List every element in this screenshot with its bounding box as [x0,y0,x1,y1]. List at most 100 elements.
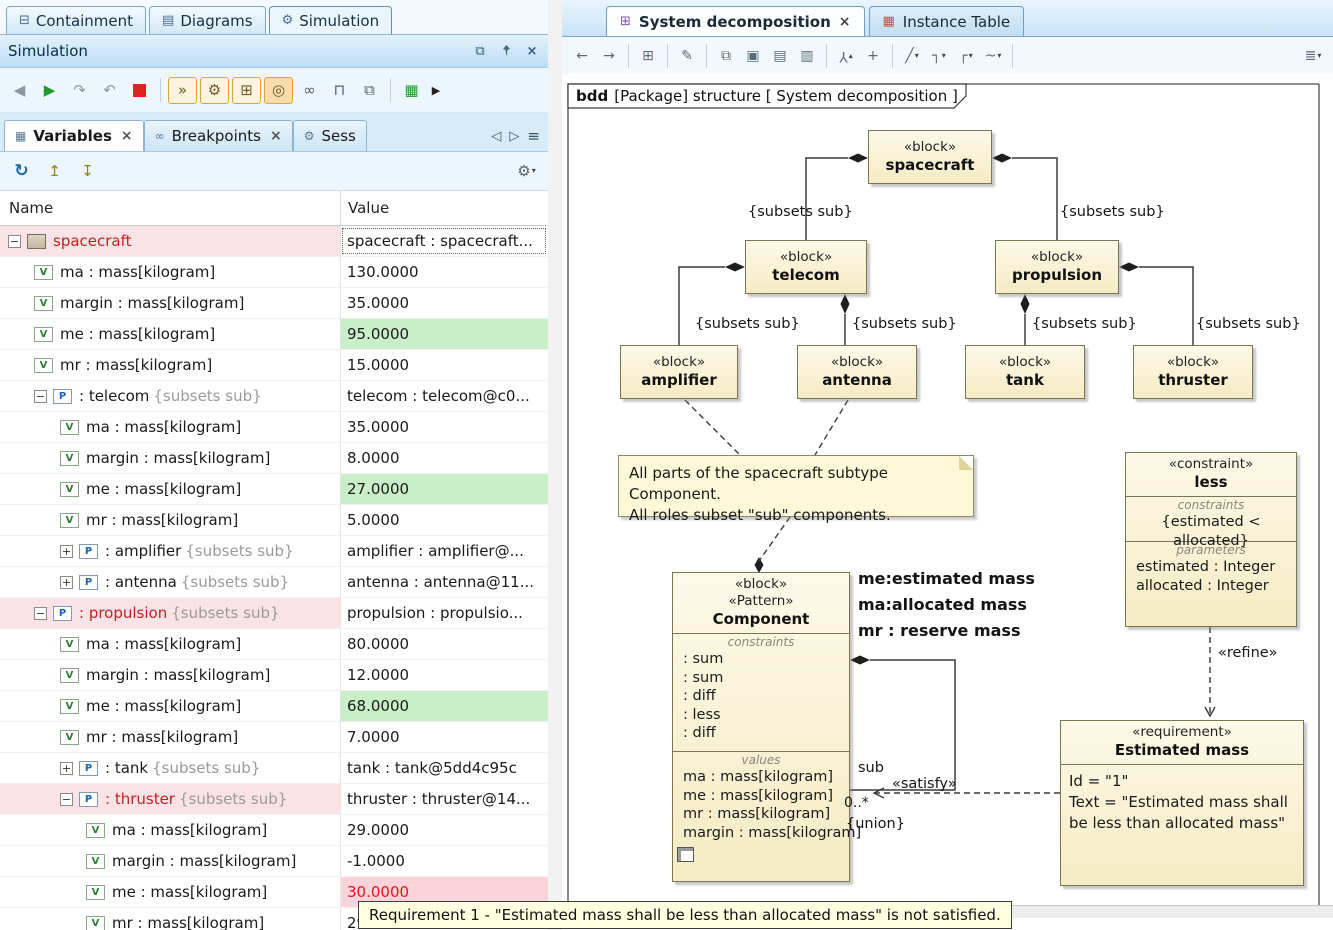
row-value-cell[interactable]: spacecraft : spacecraft... [340,226,548,256]
block-thruster[interactable]: «block» thruster [1133,345,1253,399]
collapse-icon[interactable]: − [60,793,73,806]
close-icon[interactable]: × [839,14,851,30]
row-name-cell[interactable]: Vmr : mass[kilogram] [0,908,340,930]
layers-icon[interactable]: ≣▾ [1301,44,1325,69]
block-telecom[interactable]: «block» telecom [745,240,867,294]
row-name-cell[interactable]: Vma : mass[kilogram] [0,815,340,845]
close-icon[interactable]: × [121,128,133,144]
open-diagram-icon[interactable]: ⧉ [356,78,383,103]
copy-icon[interactable]: ⧉ [714,44,738,69]
collapse-icon[interactable]: − [34,607,47,620]
tab-list-icon[interactable]: ≡ [527,127,540,145]
row-value-cell[interactable]: 35.0000 [340,288,548,318]
row-name-cell[interactable]: Vma : mass[kilogram] [0,257,340,287]
close-icon[interactable]: × [270,128,282,144]
row-name-cell[interactable]: Vme : mass[kilogram] [0,474,340,504]
lock-icon[interactable]: ⊓ [326,78,353,103]
row-name-cell[interactable]: Vmr : mass[kilogram] [0,505,340,535]
nav-forward-icon[interactable]: → [597,44,621,69]
row-name-cell[interactable]: −P: thruster{subsets sub} [0,784,340,814]
tab-variables[interactable]: ▦ Variables × [4,120,144,151]
row-value-cell[interactable]: -1.0000 [340,846,548,876]
expand-icon[interactable]: + [60,576,73,589]
export-results-icon[interactable]: ▦ [398,78,425,103]
row-name-cell[interactable]: Vmargin : mass[kilogram] [0,288,340,318]
paste-icon[interactable]: ▣ [741,44,765,69]
nav-back-icon[interactable]: ← [570,44,594,69]
row-value-cell[interactable]: antenna : antenna@11... [340,567,548,597]
row-value-cell[interactable]: 130.0000 [340,257,548,287]
tab-containment[interactable]: ⊟ Containment [6,6,146,34]
row-value-cell[interactable]: propulsion : propulsio... [340,598,548,628]
row-value-cell[interactable]: 95.0000 [340,319,548,349]
more-actions-icon[interactable]: ▶ [428,78,444,103]
row-value-cell[interactable]: 5.0000 [340,505,548,535]
line-style-oblique-icon[interactable]: ╱▾ [900,44,924,69]
row-value-cell[interactable]: tank : tank@5dd4c95c [340,753,548,783]
close-icon[interactable]: × [524,43,540,59]
constraint-block-less[interactable]: «constraint» less constraints {estimated… [1125,452,1297,627]
export-variables-icon[interactable]: ↥ [41,159,68,184]
row-value-cell[interactable]: 35.0000 [340,412,548,442]
containment-sync-icon[interactable]: ⊞ [232,77,261,104]
nav-left-icon[interactable]: ◀ [6,78,33,103]
line-style-rectilinear-icon[interactable]: ┐▾ [927,44,951,69]
row-name-cell[interactable]: Vmargin : mass[kilogram] [0,846,340,876]
row-value-cell[interactable]: 68.0000 [340,691,548,721]
restore-window-icon[interactable]: ⧉ [472,43,488,59]
simulation-config-icon[interactable]: ⚙ [200,77,229,104]
tab-system-decomposition[interactable]: ⊞ System decomposition × [606,6,865,36]
requirement-estimated-mass[interactable]: «requirement» Estimated mass Id = "1" Te… [1060,720,1304,886]
add-shape-icon[interactable]: + [861,44,885,69]
row-name-cell[interactable]: +P: tank{subsets sub} [0,753,340,783]
step-over-icon[interactable]: ↷ [66,78,93,103]
row-name-cell[interactable]: Vmargin : mass[kilogram] [0,660,340,690]
step-into-icon[interactable]: ↶ [96,78,123,103]
row-name-cell[interactable]: Vme : mass[kilogram] [0,691,340,721]
row-name-cell[interactable]: +P: amplifier{subsets sub} [0,536,340,566]
diagram-properties-icon[interactable]: ✎ [675,44,699,69]
tab-instance-table[interactable]: ▦ Instance Table [869,6,1025,36]
panel-splitter[interactable] [548,0,563,930]
row-value-cell[interactable]: telecom : telecom@c0... [340,381,548,411]
tab-simulation[interactable]: ⚙ Simulation [269,6,393,34]
row-name-cell[interactable]: Vmargin : mass[kilogram] [0,443,340,473]
delete-icon[interactable]: ▥ [795,44,819,69]
scroll-tabs-right-icon[interactable]: ▷ [509,129,519,144]
console-expand-button[interactable]: » [168,77,197,104]
options-gear-icon[interactable]: ⚙▾ [513,159,540,184]
expand-icon[interactable]: + [60,545,73,558]
terminate-icon[interactable]: ■ [126,78,153,103]
block-antenna[interactable]: «block» antenna [797,345,917,399]
expand-icon[interactable]: + [60,762,73,775]
row-name-cell[interactable]: Vme : mass[kilogram] [0,877,340,907]
row-name-cell[interactable]: −spacecraft [0,226,340,256]
row-value-cell[interactable]: 12.0000 [340,660,548,690]
tab-session[interactable]: ⚙ Sess [293,120,367,151]
pin-icon[interactable] [498,43,514,59]
row-value-cell[interactable]: thruster : thruster@14... [340,784,548,814]
row-value-cell[interactable]: amplifier : amplifier@... [340,536,548,566]
block-component[interactable]: «block» «Pattern» Component constraints … [672,572,850,882]
block-propulsion[interactable]: «block» propulsion [995,240,1119,294]
row-value-cell[interactable]: 29.0000 [340,815,548,845]
line-curve-icon[interactable]: ~▾ [981,44,1005,69]
cut-icon[interactable]: ▤ [768,44,792,69]
collapse-icon[interactable]: − [8,235,21,248]
run-icon[interactable]: ▶ [36,78,63,103]
row-value-cell[interactable]: 27.0000 [340,474,548,504]
row-name-cell[interactable]: Vmr : mass[kilogram] [0,722,340,752]
breakpoints-view-icon[interactable]: ∞ [296,78,323,103]
row-name-cell[interactable]: −P: propulsion{subsets sub} [0,598,340,628]
show-containment-icon[interactable]: ⊞ [636,44,660,69]
diagram-note[interactable]: All parts of the spacecraft subtype Comp… [618,455,974,517]
row-name-cell[interactable]: +P: antenna{subsets sub} [0,567,340,597]
row-name-cell[interactable]: Vme : mass[kilogram] [0,319,340,349]
line-corner-icon[interactable]: ┌▾ [954,44,978,69]
refresh-icon[interactable]: ↻ [8,159,35,184]
row-value-cell[interactable]: 7.0000 [340,722,548,752]
collapse-icon[interactable]: − [34,390,47,403]
tab-breakpoints[interactable]: ∞ Breakpoints × [144,120,293,151]
layout-hierarchy-icon[interactable]: Y▾ [834,44,858,69]
row-value-cell[interactable]: 15.0000 [340,350,548,380]
